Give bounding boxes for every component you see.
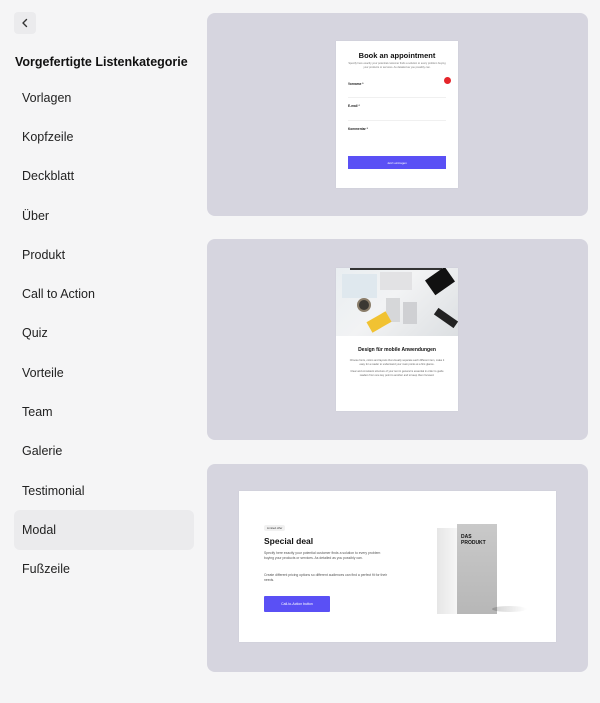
field-divider [348,97,446,98]
deal-cta-button: Call-to-Action button [264,596,330,612]
sidebar-title: Vorgefertigte Listenkategorie [15,55,188,69]
chevron-left-icon [22,18,28,28]
sidebar-item-call-to-action[interactable]: Call to Action [14,274,194,313]
field-label-vorname: Vorname * [348,82,364,86]
offer-badge: Limited offer [264,525,286,531]
sidebar-item-produkt[interactable]: Produkt [14,235,194,274]
deal-text-2: Create different pricing options so diff… [264,573,388,582]
sidebar-item-testimonial[interactable]: Testimonial [14,471,194,510]
booking-description: Specify here exactly your potential cust… [348,62,446,69]
booking-preview: Book an appointment Specify here exactly… [336,41,458,188]
mobile-text-1: Choose fonts, colors and layouts that vi… [349,359,445,366]
template-card-booking[interactable]: Book an appointment Specify here exactly… [207,13,588,216]
alert-dot-icon [444,77,451,84]
product-label: DAS PRODUKT [461,534,486,546]
sidebar-item-deckblatt[interactable]: Deckblatt [14,157,194,196]
sidebar-item-quiz[interactable]: Quiz [14,314,194,353]
booking-submit-button: Jetzt eintragen [348,156,446,169]
mobile-title: Design für mobile Anwendungen [358,347,436,353]
back-button[interactable] [14,12,36,34]
deal-text-1: Specify here exactly your potential cust… [264,551,381,560]
booking-title: Book an appointment [358,51,436,60]
field-divider [348,120,446,121]
mobile-preview: Design für mobile Anwendungen Choose fon… [336,268,458,411]
template-card-special-deal[interactable]: Limited offer Special deal Specify here … [207,464,588,672]
field-label-email: E-mail * [348,104,360,108]
special-deal-preview: Limited offer Special deal Specify here … [239,491,556,642]
sidebar-item-vorteile[interactable]: Vorteile [14,353,194,392]
category-list: Vorlagen Kopfzeile Deckblatt Über Produk… [14,78,194,589]
template-card-mobile[interactable]: Design für mobile Anwendungen Choose fon… [207,239,588,440]
sidebar-item-modal[interactable]: Modal [14,510,194,550]
sidebar-item-fusszeile[interactable]: Fußzeile [14,550,194,589]
mobile-text-2: Clear and consistent structure of your t… [350,370,444,377]
sidebar-item-kopfzeile[interactable]: Kopfzeile [14,117,194,156]
sidebar-item-uber[interactable]: Über [14,196,194,235]
field-label-kommentar: Kommentar * [348,127,368,131]
desk-photo-image [336,268,458,336]
product-box-image: DAS PRODUKT [437,524,527,614]
sidebar-item-team[interactable]: Team [14,392,194,431]
sidebar-item-galerie[interactable]: Galerie [14,432,194,471]
deal-title: Special deal [264,536,314,546]
sidebar-item-vorlagen[interactable]: Vorlagen [14,78,194,117]
